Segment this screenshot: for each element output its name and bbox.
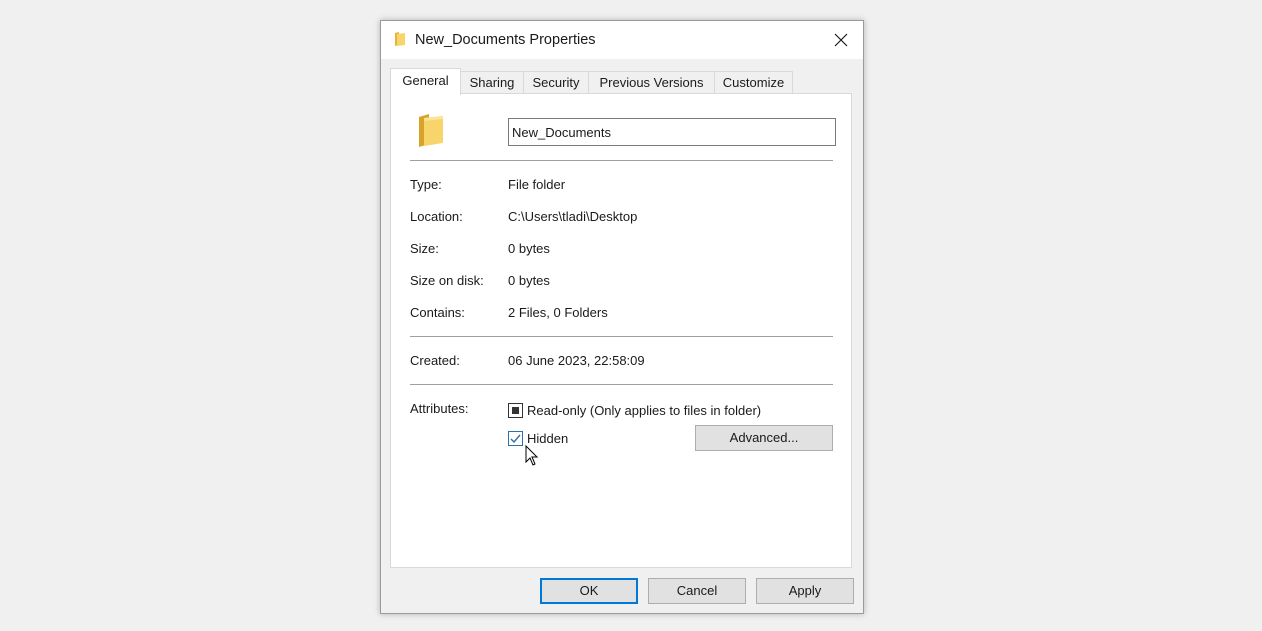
- size-value: 0 bytes: [508, 241, 550, 256]
- hidden-checkbox[interactable]: [508, 431, 523, 446]
- checkmark-icon: [510, 434, 521, 444]
- divider: [410, 384, 833, 385]
- size-label: Size:: [410, 241, 439, 256]
- apply-button[interactable]: Apply: [756, 578, 854, 604]
- tab-customize[interactable]: Customize: [714, 71, 793, 93]
- created-label: Created:: [410, 353, 460, 368]
- created-value: 06 June 2023, 22:58:09: [508, 353, 645, 368]
- divider: [410, 160, 833, 161]
- contains-label: Contains:: [410, 305, 465, 320]
- contains-value: 2 Files, 0 Folders: [508, 305, 608, 320]
- readonly-checkbox-label[interactable]: Read-only (Only applies to files in fold…: [527, 403, 761, 418]
- window-title: New_Documents Properties: [415, 32, 596, 48]
- location-value: C:\Users\tladi\Desktop: [508, 209, 638, 224]
- cancel-button[interactable]: Cancel: [648, 578, 746, 604]
- size-on-disk-value: 0 bytes: [508, 273, 550, 288]
- close-button[interactable]: [819, 21, 863, 59]
- folder-name-input[interactable]: [508, 118, 836, 146]
- folder-icon: [395, 32, 405, 46]
- tab-sharing[interactable]: Sharing: [460, 71, 524, 93]
- hidden-checkbox-label[interactable]: Hidden: [527, 431, 568, 446]
- general-tab-panel: Type: File folder Location: C:\Users\tla…: [390, 93, 852, 568]
- title-bar[interactable]: New_Documents Properties: [381, 21, 863, 59]
- type-value: File folder: [508, 177, 566, 192]
- size-on-disk-label: Size on disk:: [410, 273, 484, 288]
- tab-security[interactable]: Security: [523, 71, 589, 93]
- tab-previous-versions[interactable]: Previous Versions: [588, 71, 715, 93]
- type-label: Type:: [410, 177, 442, 192]
- close-icon: [834, 33, 848, 47]
- advanced-button[interactable]: Advanced...: [695, 425, 833, 451]
- tab-general[interactable]: General: [390, 68, 461, 95]
- attributes-label: Attributes:: [410, 401, 469, 416]
- ok-button[interactable]: OK: [540, 578, 638, 604]
- folder-icon: [419, 114, 443, 147]
- properties-dialog: New_Documents Properties General Sharing…: [380, 20, 864, 614]
- divider: [410, 336, 833, 337]
- location-label: Location:: [410, 209, 463, 224]
- readonly-checkbox[interactable]: [508, 403, 523, 418]
